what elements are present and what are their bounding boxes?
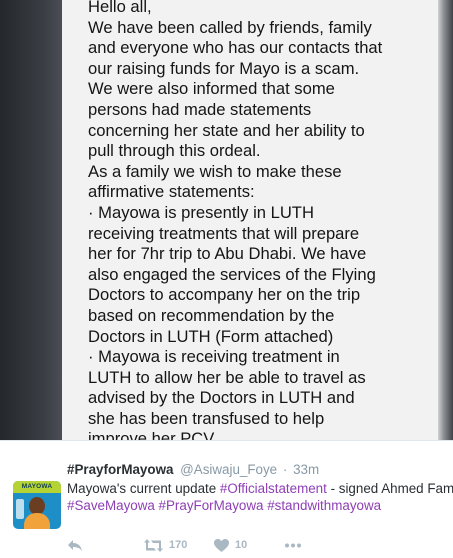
statement-line: We have been called by friends, family	[88, 17, 372, 37]
statement-line: her for 7hr trip to Abu Dhabi. We have	[88, 244, 367, 264]
statement-line: advised by the Doctors in LUTH and	[88, 388, 355, 408]
tweet-card[interactable]: MAYOWA #PrayforMayowa @Asiwaju_Foye · 33…	[0, 440, 453, 558]
statement-line: Doctors in LUTH (Form attached)	[88, 326, 334, 346]
header-separator: ·	[282, 462, 288, 477]
heart-icon	[214, 538, 229, 552]
more-button[interactable]	[285, 536, 301, 554]
user-handle[interactable]: @Asiwaju_Foye	[180, 462, 277, 477]
like-count: 10	[235, 539, 248, 551]
tweet-text-plain: Mayowa's current update	[67, 481, 220, 496]
statement-line: · Mayowa is receiving treatment in	[88, 347, 340, 367]
statement-line: concerning her state and her ability to	[88, 120, 365, 140]
statement-line: We were also informed that some	[88, 79, 335, 99]
statement-line: Hello all,	[88, 0, 152, 16]
tweet-timestamp[interactable]: 33m	[293, 462, 319, 477]
hashtag-link-officialstatement[interactable]: #Officialstatement	[220, 481, 327, 496]
photo-statement-page: Hello all, We have been called by friends…	[62, 0, 438, 440]
attached-photo[interactable]: Hello all, We have been called by friends…	[0, 0, 453, 440]
tweet-text-line: Mayowa's current update #Officialstateme…	[67, 480, 453, 497]
avatar-stripe	[16, 499, 24, 519]
reply-button[interactable]	[67, 536, 83, 554]
retweet-count: 170	[169, 539, 188, 551]
hashtag-links[interactable]: #SaveMayowa #PrayForMayowa #standwithmay…	[67, 497, 450, 514]
statement-line: pull through this ordeal.	[88, 141, 261, 161]
statement-text: Hello all, We have been called by friends…	[88, 0, 430, 440]
tweet-text: Mayowa's current update #Officialstateme…	[67, 480, 453, 514]
photo-background-left	[0, 0, 62, 440]
statement-line: she has been transfused to help	[88, 408, 325, 428]
photo-background-right	[438, 0, 453, 440]
tweet-header: #PrayforMayowa @Asiwaju_Foye · 33m	[67, 462, 319, 478]
statement-line: receiving treatments that will prepare	[88, 223, 360, 243]
reply-icon	[67, 538, 83, 552]
statement-line: Doctors to accompany her on the trip	[88, 285, 361, 305]
more-dots-icon	[285, 543, 301, 548]
statement-line: As a family we wish to make these	[88, 161, 342, 181]
retweet-icon	[144, 538, 163, 552]
retweet-button[interactable]: 170	[144, 536, 187, 554]
statement-line: · Mayowa is presently in LUTH	[88, 202, 314, 222]
display-name[interactable]: #PrayforMayowa	[67, 462, 173, 477]
statement-line: our raising funds for Mayo is a scam.	[88, 58, 360, 78]
statement-line: also engaged the services of the Flying	[88, 264, 376, 284]
statement-line: LUTH to allow her be able to travel as	[88, 367, 366, 387]
tweet-actions: 170 10	[67, 536, 447, 554]
avatar[interactable]: MAYOWA	[13, 481, 61, 529]
tweet-text-signature: - signed Ahmed Family	[326, 481, 453, 496]
statement-line: improve her PCV	[88, 429, 215, 440]
avatar-label: MAYOWA	[13, 481, 61, 493]
statement-line: affirmative statements:	[88, 182, 255, 202]
statement-line: and everyone who has our contacts that	[88, 38, 383, 58]
statement-line: based on recommendation by the	[88, 305, 335, 325]
like-button[interactable]: 10	[214, 536, 247, 554]
statement-line: persons had made statements	[88, 99, 312, 119]
avatar-body	[24, 513, 50, 529]
